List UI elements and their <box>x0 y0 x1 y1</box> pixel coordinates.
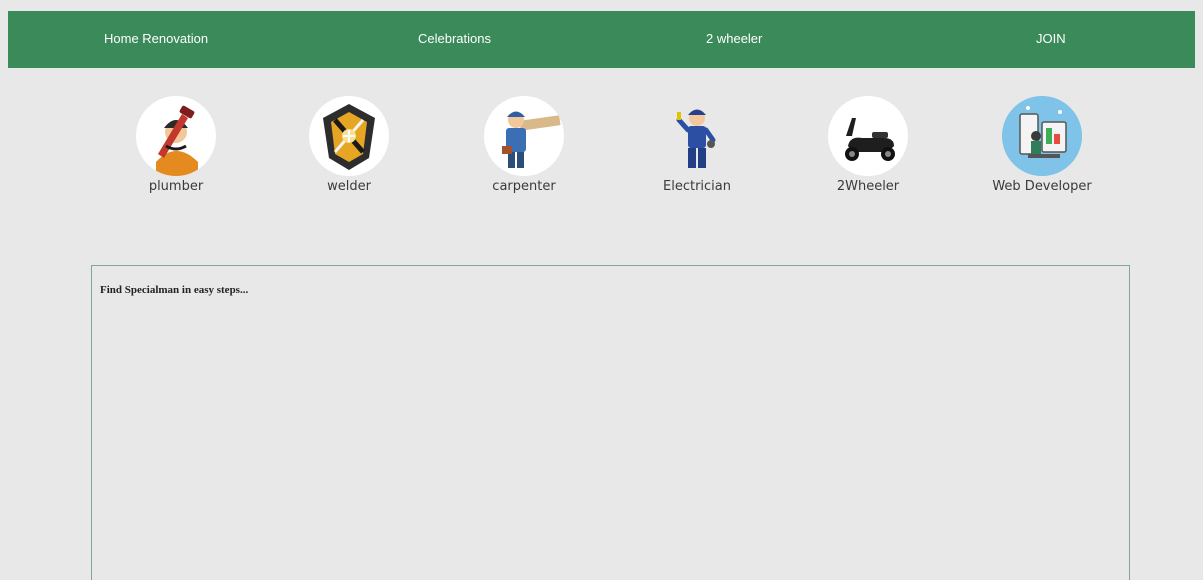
electrician-icon <box>657 96 737 176</box>
scooter-icon <box>828 96 908 176</box>
carpenter-icon <box>484 96 564 176</box>
plumber-icon <box>136 96 216 176</box>
panel-title: Find Specialman in easy steps... <box>100 284 249 296</box>
category-label: Web Developer <box>992 179 1092 194</box>
category-label: 2Wheeler <box>836 179 900 194</box>
category-electrician[interactable]: Electrician <box>627 96 767 194</box>
category-label: plumber <box>148 179 204 194</box>
web-developer-icon <box>1002 96 1082 176</box>
category-label: carpenter <box>492 179 556 194</box>
category-carpenter[interactable]: carpenter <box>454 96 594 194</box>
search-panel: Find Specialman in easy steps... <box>91 265 1130 580</box>
category-2wheeler[interactable]: 2Wheeler <box>798 96 938 194</box>
nav-join[interactable]: JOIN <box>1036 11 1066 68</box>
nav-celebrations[interactable]: Celebrations <box>418 11 491 68</box>
nav-2-wheeler[interactable]: 2 wheeler <box>706 11 762 68</box>
category-label: Electrician <box>663 179 731 194</box>
page: Home Renovation Celebrations 2 wheeler J… <box>0 0 1203 580</box>
top-navbar: Home Renovation Celebrations 2 wheeler J… <box>8 11 1195 68</box>
nav-home-renovation[interactable]: Home Renovation <box>104 11 208 68</box>
category-welder[interactable]: welder <box>279 96 419 194</box>
category-label: welder <box>327 179 371 194</box>
welder-icon <box>309 96 389 176</box>
category-web-developer[interactable]: Web Developer <box>972 96 1112 194</box>
category-plumber[interactable]: plumber <box>106 96 246 194</box>
